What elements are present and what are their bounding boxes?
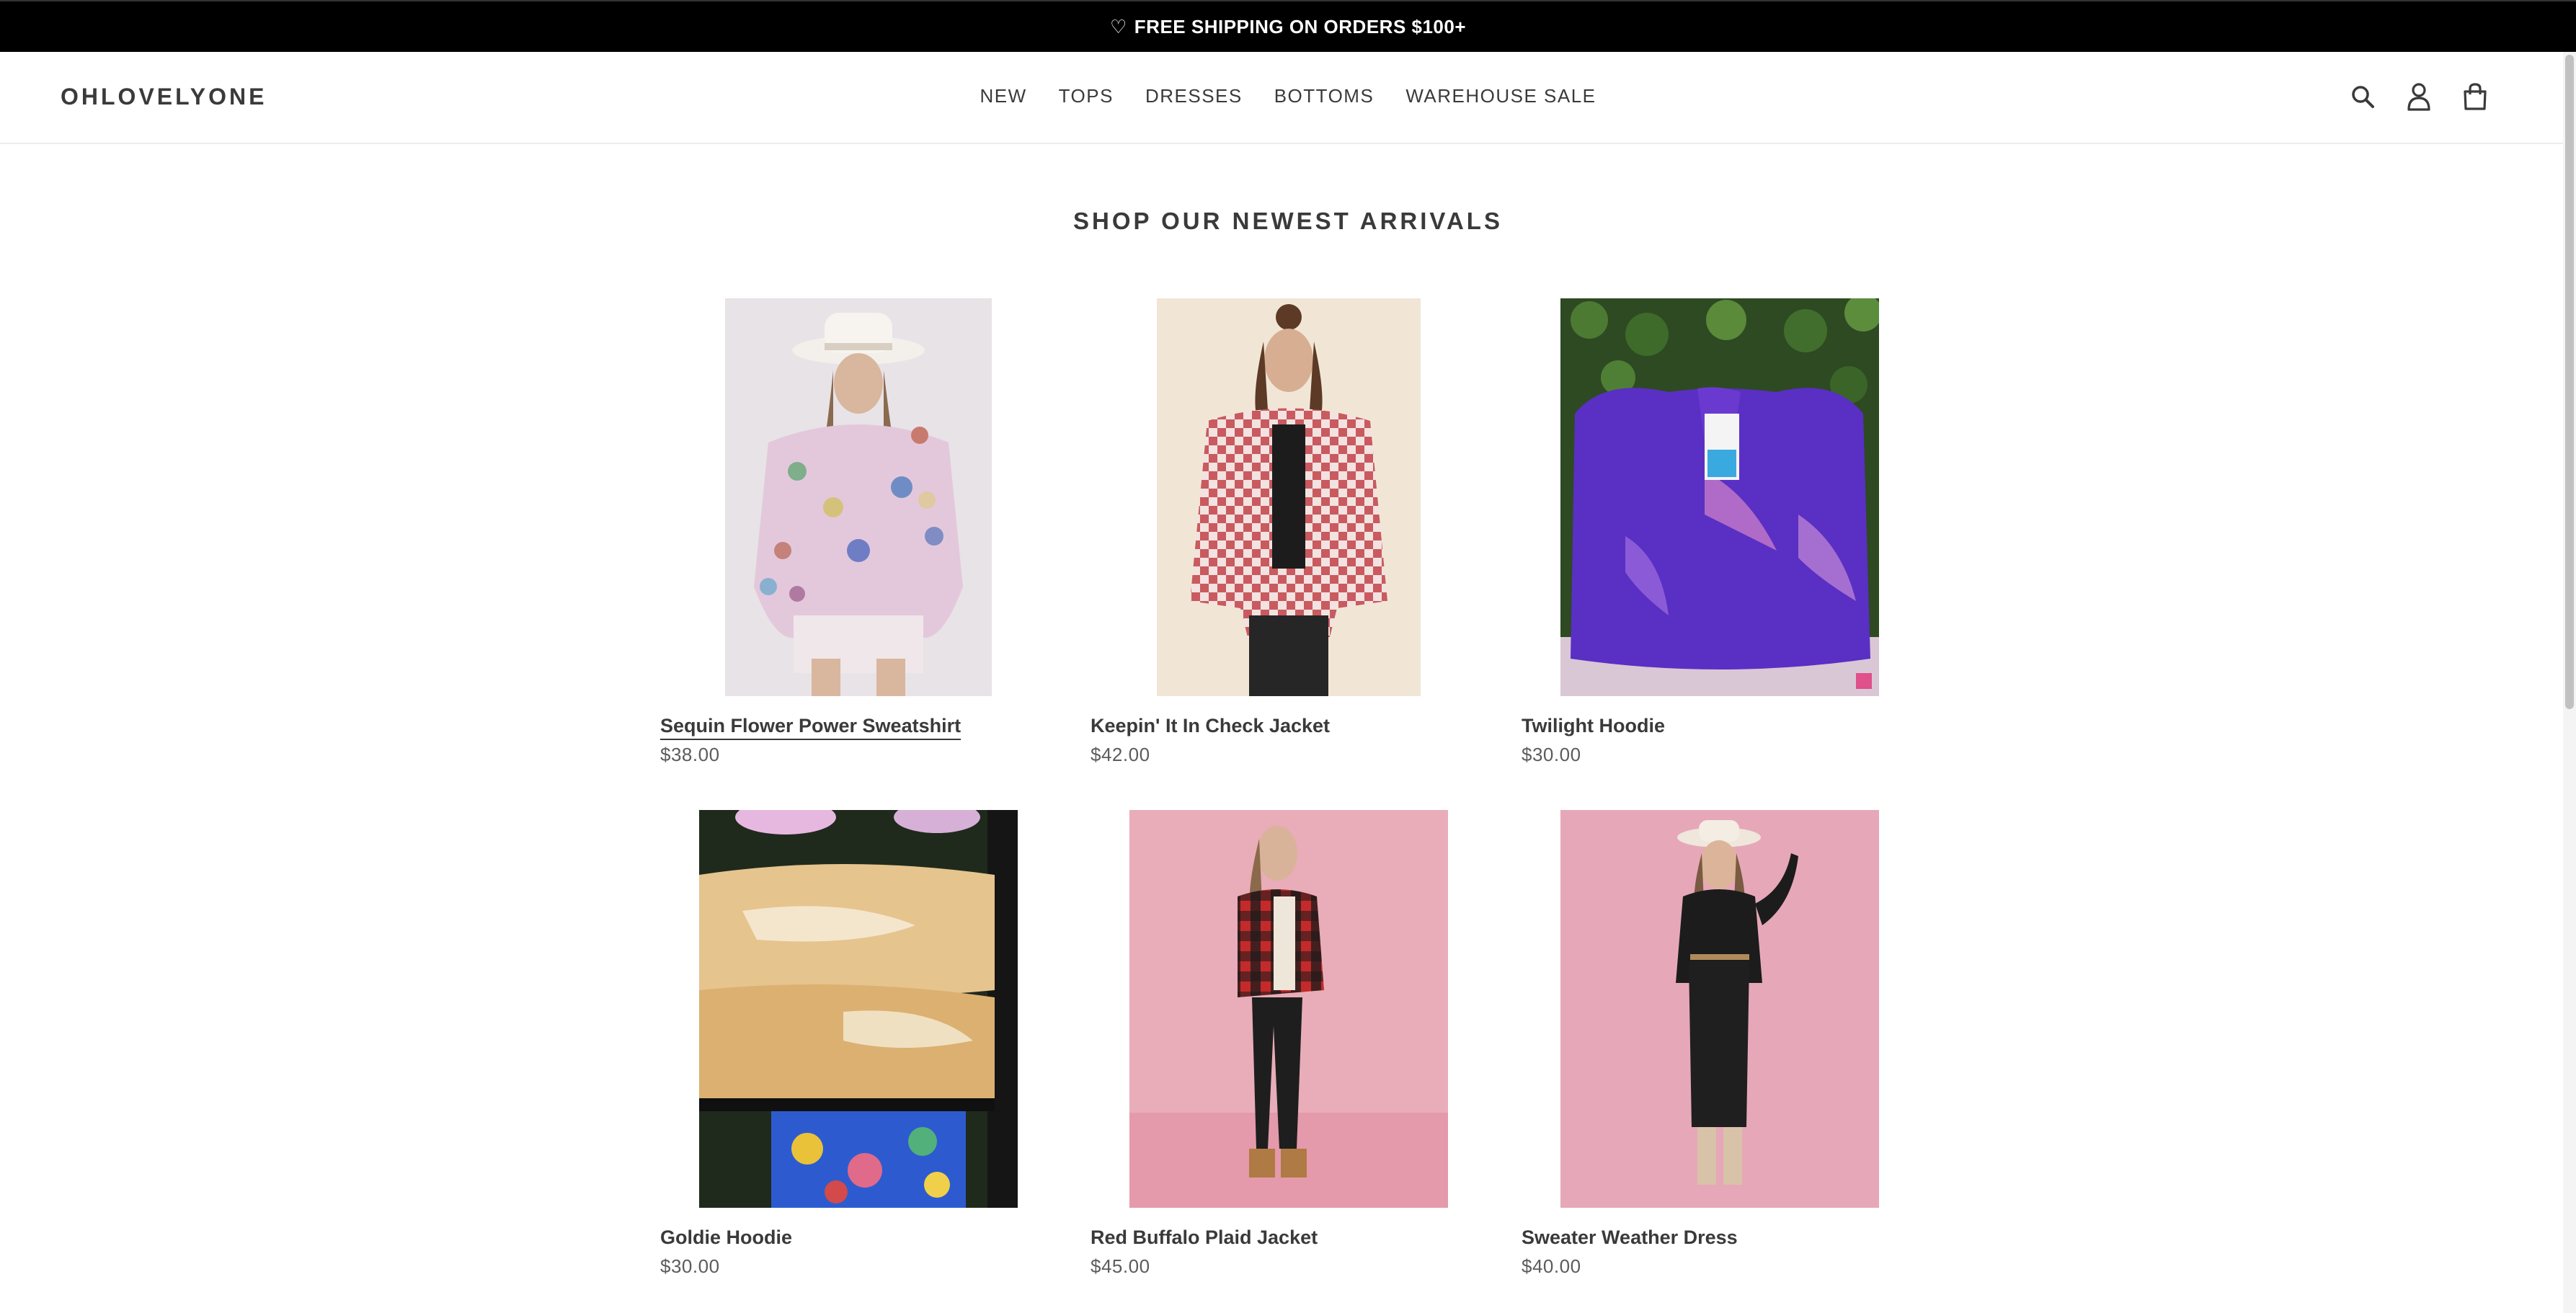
- product-name[interactable]: Goldie Hoodie: [660, 1227, 792, 1249]
- product-price: $40.00: [1522, 1255, 1581, 1277]
- product-price: $30.00: [660, 1255, 720, 1277]
- nav-item-warehouse-sale[interactable]: WAREHOUSE SALE: [1405, 85, 1596, 107]
- product-name[interactable]: Keepin' It In Check Jacket: [1091, 715, 1330, 737]
- product-name[interactable]: Red Buffalo Plaid Jacket: [1091, 1227, 1318, 1249]
- product-image[interactable]: [1560, 298, 1879, 696]
- main-nav: NEW TOPS DRESSES BOTTOMS WAREHOUSE SALE: [0, 85, 2576, 107]
- page-scrollbar-thumb[interactable]: [2565, 55, 2574, 709]
- nav-item-new[interactable]: NEW: [980, 85, 1026, 107]
- section-title: SHOP OUR NEWEST ARRIVALS: [1073, 208, 1503, 234]
- product-price: $38.00: [660, 744, 720, 765]
- product-name[interactable]: Sequin Flower Power Sweatshirt: [660, 715, 961, 740]
- product-image[interactable]: [725, 298, 992, 696]
- product-card[interactable]: Sequin Flower Power Sweatshirt $38.00: [660, 298, 1091, 765]
- product-card[interactable]: Sweater Weather Dress $40.00: [1522, 810, 1953, 1277]
- nav-item-bottoms[interactable]: BOTTOMS: [1274, 85, 1374, 107]
- product-name[interactable]: Sweater Weather Dress: [1522, 1227, 1738, 1249]
- announcement-bar: ♡ FREE SHIPPING ON ORDERS $100+: [0, 0, 2576, 52]
- product-image[interactable]: [1157, 298, 1421, 696]
- product-price: $30.00: [1522, 744, 1581, 765]
- nav-item-dresses[interactable]: DRESSES: [1145, 85, 1243, 107]
- product-image[interactable]: [699, 810, 1018, 1208]
- product-card[interactable]: Keepin' It In Check Jacket $42.00: [1091, 298, 1522, 765]
- product-price: $42.00: [1091, 744, 1150, 765]
- product-name[interactable]: Twilight Hoodie: [1522, 715, 1665, 737]
- account-icon[interactable]: [2404, 82, 2433, 111]
- heart-icon: ♡: [1109, 15, 1127, 37]
- product-card[interactable]: Twilight Hoodie $30.00: [1522, 298, 1953, 765]
- cart-icon[interactable]: [2461, 82, 2490, 111]
- product-card[interactable]: Goldie Hoodie $30.00: [660, 810, 1091, 1277]
- product-card[interactable]: Red Buffalo Plaid Jacket $45.00: [1091, 810, 1522, 1277]
- site-header: OHLOVELYONE NEW TOPS DRESSES BOTTOMS WAR…: [0, 52, 2576, 144]
- nav-item-tops[interactable]: TOPS: [1059, 85, 1114, 107]
- header-icons: [2348, 82, 2490, 111]
- search-icon[interactable]: [2348, 82, 2377, 111]
- product-price: $45.00: [1091, 1255, 1150, 1277]
- product-image[interactable]: [1560, 810, 1879, 1208]
- announcement-text: FREE SHIPPING ON ORDERS $100+: [1134, 15, 1467, 37]
- product-image[interactable]: [1129, 810, 1448, 1208]
